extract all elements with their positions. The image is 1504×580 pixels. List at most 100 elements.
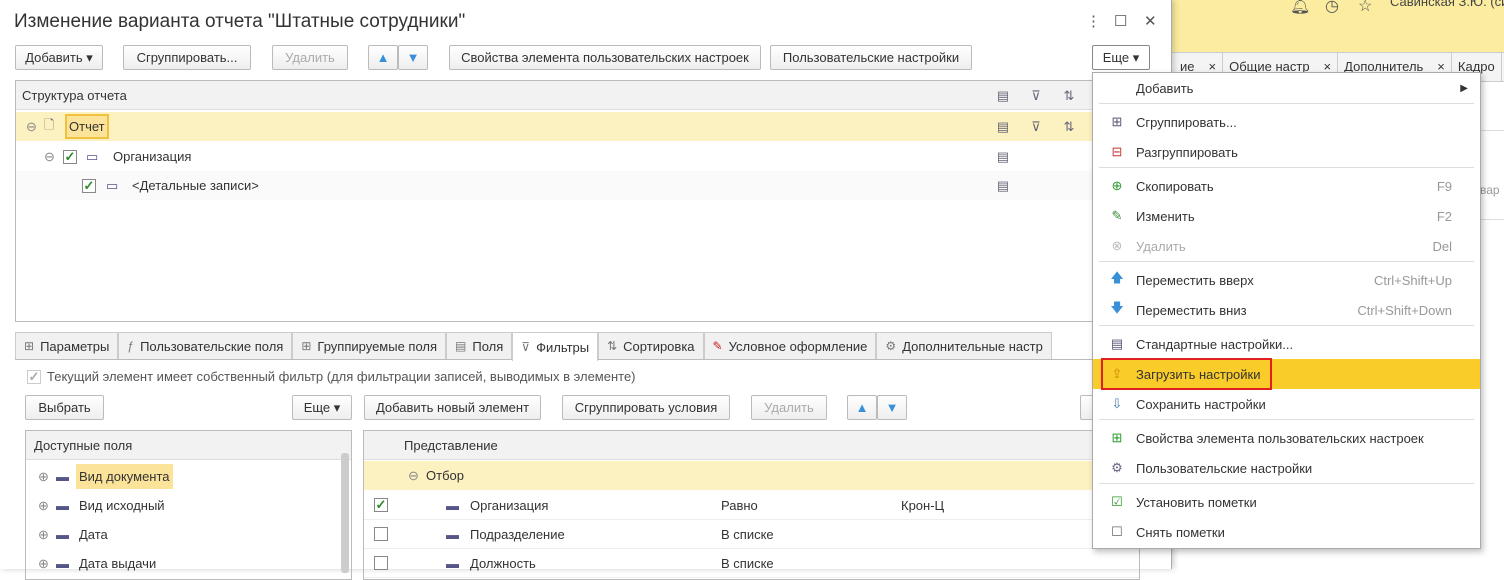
- tree-row[interactable]: ⊖ ✓ ▭ Организация ▤: [16, 142, 1139, 171]
- menu-item[interactable]: ⊗ Удалить Del: [1093, 231, 1480, 261]
- field-icon: ▬: [446, 555, 459, 571]
- menu-item[interactable]: ⊞ Сгруппировать...: [1093, 107, 1480, 137]
- available-field-item[interactable]: ⊕ ▬ Дата: [26, 520, 351, 549]
- menu-item-label: Установить пометки: [1136, 494, 1257, 510]
- filters-table[interactable]: Представление ⊖ Отбор ✓ ▬ Организация Равно…: [363, 430, 1140, 580]
- menu-item[interactable]: ⚙ Пользовательские настройки: [1093, 453, 1480, 483]
- filter-row[interactable]: ▬ Подразделение В списке: [364, 520, 1139, 549]
- collapse-icon[interactable]: ⊖: [26, 119, 37, 135]
- tab-label: Группируемые поля: [317, 338, 438, 354]
- menu-item[interactable]: ⊞ Свойства элемента пользовательских наст…: [1093, 423, 1480, 453]
- field-label: Вид исходный: [79, 498, 165, 513]
- current-user[interactable]: Савинская З.Ю. (сист: [1390, 0, 1504, 9]
- menu-item[interactable]: 🡇 Переместить вниз Ctrl+Shift+Down: [1093, 295, 1480, 325]
- bell-icon[interactable]: 🔔︎: [1290, 0, 1310, 16]
- available-field-item[interactable]: ⊕ ▬ Вид документа: [26, 462, 351, 491]
- expand-icon[interactable]: ⊕: [38, 527, 49, 543]
- checkbox[interactable]: ✓: [63, 149, 77, 164]
- tab-filters[interactable]: ⊽ Фильтры: [512, 332, 599, 361]
- menu-item-label: Переместить вниз: [1136, 302, 1247, 318]
- available-field-item[interactable]: ⊕ ▬ Дата выдачи: [26, 549, 351, 578]
- tree-row[interactable]: ✓ ▭ <Детальные записи> ▤: [16, 171, 1139, 200]
- close-icon[interactable]: ✕: [1144, 12, 1157, 30]
- element-properties-button[interactable]: Свойства элемента пользовательских настр…: [449, 45, 761, 70]
- own-filter-checkbox[interactable]: ✓ Текущий элемент имеет собственный филь…: [27, 369, 636, 384]
- delete-button[interactable]: Удалить: [272, 45, 348, 70]
- move-down-button[interactable]: ▼: [877, 395, 907, 420]
- menu-item[interactable]: ☐ Снять пометки: [1093, 517, 1480, 547]
- checkbox[interactable]: ✓: [82, 178, 96, 193]
- maximize-icon[interactable]: ☐: [1114, 12, 1127, 30]
- group-button[interactable]: Сгруппировать...: [123, 45, 251, 70]
- menu-item[interactable]: Добавить ▶: [1093, 73, 1480, 103]
- filter-row[interactable]: ✓ ▬ Организация Равно Крон-Ц: [364, 491, 1139, 520]
- report-variant-dialog: Изменение варианта отчета "Штатные сотру…: [0, 0, 1172, 580]
- menu-item[interactable]: ⊕ Скопировать F9: [1093, 171, 1480, 201]
- scrollbar[interactable]: [341, 453, 349, 573]
- expand-icon[interactable]: ⊕: [38, 498, 49, 514]
- tab-parameters[interactable]: ⊞ Параметры: [15, 332, 119, 359]
- add-new-element-button[interactable]: Добавить новый элемент: [364, 395, 541, 420]
- grouping-fields-icon: ⊞: [301, 339, 312, 353]
- tab-user-fields[interactable]: ƒ Пользовательские поля: [118, 332, 293, 359]
- menu-item-shortcut: F9: [1436, 178, 1452, 194]
- arrow-down-icon: ▼: [406, 50, 420, 65]
- arrow-down-icon: 🡇: [1110, 300, 1124, 315]
- collapse-icon[interactable]: ⊖: [408, 468, 419, 484]
- fields-icon: ▤: [996, 148, 1010, 164]
- menu-item[interactable]: ☑ Установить пометки: [1093, 487, 1480, 517]
- collapse-icon[interactable]: ⊖: [44, 149, 55, 165]
- group-label: Отбор: [426, 468, 464, 483]
- history-icon[interactable]: ◷: [1325, 0, 1339, 16]
- filter-condition[interactable]: Равно: [721, 498, 758, 513]
- fields-column-icon[interactable]: ▤: [988, 88, 1018, 104]
- filter-row[interactable]: ▬ Должность В списке: [364, 549, 1139, 578]
- more-button[interactable]: Еще ▾: [1092, 45, 1150, 70]
- menu-separator: [1099, 325, 1474, 326]
- menu-item[interactable]: 🡅 Переместить вверх Ctrl+Shift+Up: [1093, 265, 1480, 295]
- move-up-button[interactable]: ▲: [368, 45, 398, 70]
- copy-icon: ⊕: [1111, 178, 1123, 193]
- tab-grouping-fields[interactable]: ⊞ Группируемые поля: [292, 332, 447, 359]
- menu-item[interactable]: ✎ Изменить F2: [1093, 201, 1480, 231]
- more-button[interactable]: Еще ▾: [292, 395, 352, 420]
- table-header: Представление: [364, 431, 1139, 460]
- filter-condition[interactable]: В списке: [721, 527, 774, 542]
- checkbox[interactable]: [374, 527, 388, 541]
- expand-icon[interactable]: ⊕: [38, 469, 49, 485]
- tab-fields[interactable]: ▤ Поля: [446, 332, 513, 359]
- sort-column-icon[interactable]: ⇅: [1054, 88, 1084, 104]
- field-icon: ▬: [446, 526, 459, 542]
- select-button[interactable]: Выбрать: [25, 395, 104, 420]
- filter-value[interactable]: Крон-Ц: [901, 498, 944, 513]
- report-structure-tree[interactable]: Структура отчета ▤ ⊽ ⇅ ⊖ 🗋 Отчет ▤ ⊽ ⇅ ⊖…: [15, 80, 1140, 322]
- star-icon[interactable]: ☆: [1358, 0, 1372, 16]
- filter-group-row[interactable]: ⊖ Отбор: [364, 461, 1139, 490]
- menu-item[interactable]: ⊟ Разгруппировать: [1093, 137, 1480, 167]
- label: Еще: [1102, 50, 1130, 65]
- dialog-title: Изменение варианта отчета "Штатные сотру…: [14, 11, 466, 32]
- group-conditions-button[interactable]: Сгруппировать условия: [562, 395, 730, 420]
- filter-column-icon[interactable]: ⊽: [1021, 88, 1051, 104]
- menu-item[interactable]: ⇩ Сохранить настройки: [1093, 389, 1480, 419]
- checkbox[interactable]: ✓: [27, 369, 41, 384]
- tab-label: Фильтры: [536, 339, 590, 355]
- available-fields-list[interactable]: Доступные поля ⊕ ▬ Вид документа ⊕ ▬ Вид исхо…: [25, 430, 352, 580]
- filter-condition[interactable]: В списке: [721, 556, 774, 571]
- tab-sorting[interactable]: ⇅ Сортировка: [598, 332, 704, 359]
- add-button[interactable]: Добавить ▾: [15, 45, 103, 70]
- checkbox[interactable]: ✓: [374, 498, 388, 512]
- expand-icon[interactable]: ⊕: [38, 556, 49, 572]
- checkbox[interactable]: [374, 556, 388, 570]
- move-down-button[interactable]: ▼: [398, 45, 428, 70]
- tab-additional[interactable]: ⚙ Дополнительные настр: [876, 332, 1052, 359]
- user-settings-button[interactable]: Пользовательские настройки: [770, 45, 972, 70]
- delete-button[interactable]: Удалить: [751, 395, 827, 420]
- tree-row[interactable]: ⊖ 🗋 Отчет ▤ ⊽ ⇅: [16, 112, 1139, 141]
- available-field-item[interactable]: ⊕ ▬ Вид исходный: [26, 491, 351, 520]
- menu-item[interactable]: ▤ Стандартные настройки...: [1093, 329, 1480, 359]
- tab-conditional-format[interactable]: ✎ Условное оформление: [703, 332, 877, 359]
- more-vert-icon[interactable]: ⋮: [1086, 12, 1101, 30]
- move-up-button[interactable]: ▲: [847, 395, 877, 420]
- save-settings-icon: ⇩: [1111, 396, 1123, 411]
